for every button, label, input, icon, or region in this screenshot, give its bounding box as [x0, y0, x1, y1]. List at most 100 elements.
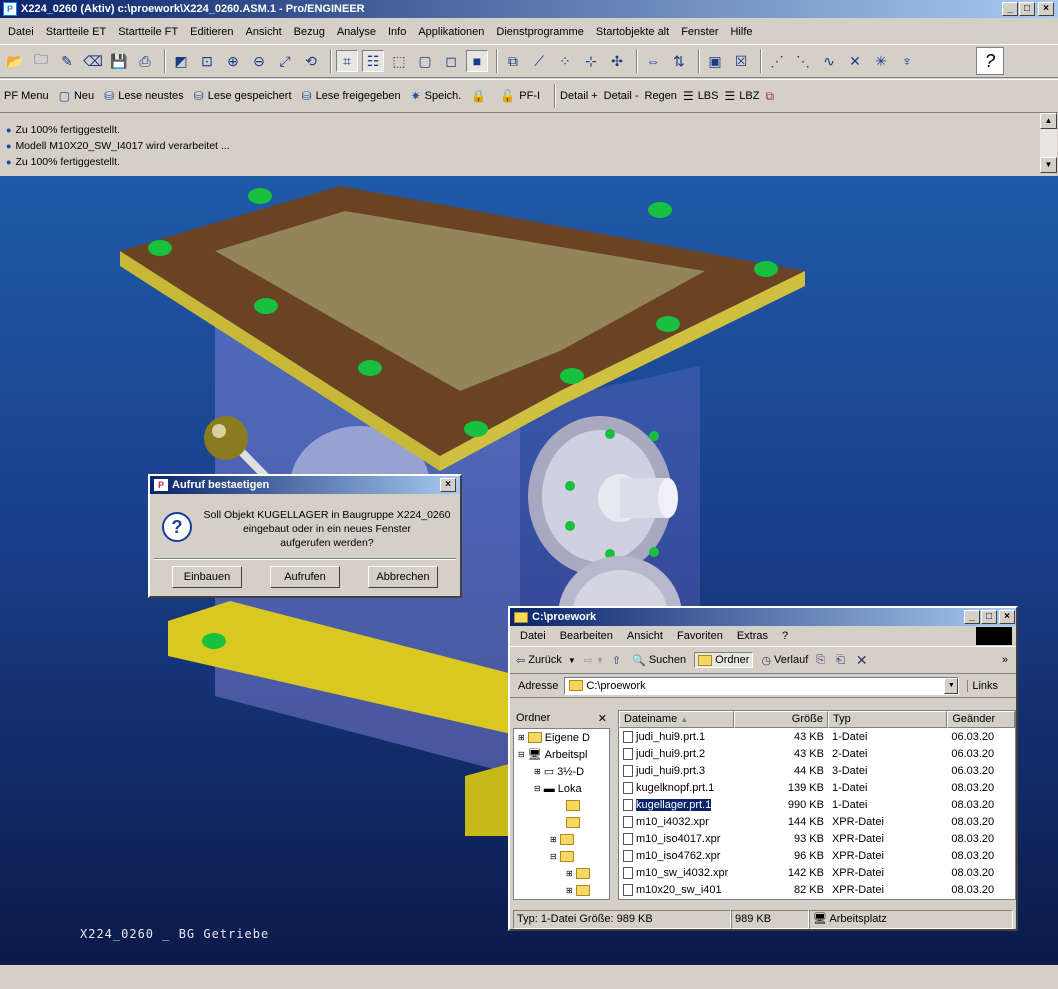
menu-analyse[interactable]: Analyse [331, 26, 382, 38]
sketch-curve-icon[interactable]: ∿ [818, 50, 840, 72]
einbauen-button[interactable]: Einbauen [172, 566, 242, 588]
file-row[interactable]: judi_hui9.prt.3 44 KB 3-Datei 06.03.20 [619, 762, 1015, 779]
lese-gespeichert-button[interactable]: ⛁ Lese gespeichert [194, 89, 292, 103]
scroll-down-icon[interactable]: ▼ [1040, 157, 1057, 173]
folders-button[interactable]: Ordner [694, 652, 754, 668]
col-header-size[interactable]: Größe [734, 711, 828, 728]
window-activate-icon[interactable]: ▣ [704, 50, 726, 72]
explorer-menu-favoriten[interactable]: Favoriten [677, 630, 723, 642]
lese-neustes-button[interactable]: ⛁ Lese neustes [104, 89, 184, 103]
abbrechen-button[interactable]: Abbrechen [368, 566, 438, 588]
menu-startteile-ft[interactable]: Startteile FT [112, 26, 184, 38]
file-row[interactable]: m10_sw_i4032.xpr 142 KB XPR-Datei 08.03.20 [619, 864, 1015, 881]
menu-fenster[interactable]: Fenster [675, 26, 724, 38]
pf-menu-button[interactable]: PF Menu [4, 90, 49, 102]
dialog-close-button[interactable]: × [440, 478, 456, 492]
hidden-line-icon[interactable]: ⬚ [388, 50, 410, 72]
edit-file-icon[interactable]: ✎ [56, 50, 78, 72]
explorer-menu-help[interactable]: ? [782, 630, 788, 642]
pfi-button[interactable]: 🔓 PF-I [500, 89, 540, 103]
speich-button[interactable]: ✷ Speich. [411, 89, 462, 103]
col-header-name[interactable]: Dateiname ▲ [619, 711, 735, 728]
back-button[interactable]: ⇦ Zurück ▼ [516, 654, 576, 667]
maximize-button[interactable]: □ [1019, 2, 1035, 16]
open-folder-icon[interactable]: 📂 [4, 50, 26, 72]
menu-editieren[interactable]: Editieren [184, 26, 239, 38]
scroll-track[interactable] [1040, 129, 1057, 157]
aufrufen-button[interactable]: Aufrufen [270, 566, 340, 588]
tree-item-arbeitsplatz[interactable]: ⊟ 🖥 Arbeitspl [514, 746, 609, 763]
explorer-close-button[interactable]: × [999, 610, 1015, 624]
file-row[interactable]: judi_hui9.prt.1 43 KB 1-Datei 06.03.20 [619, 728, 1015, 745]
copy-to-button[interactable]: ⎗ [836, 654, 848, 667]
model-tree-icon[interactable]: ☷ [362, 50, 384, 72]
datum-planes-icon[interactable]: ⧉ [502, 50, 524, 72]
explorer-menu-ansicht[interactable]: Ansicht [627, 630, 663, 642]
folder-pane-close-icon[interactable]: ✕ [598, 712, 607, 725]
file-row[interactable]: kugellager.prt.1 990 KB 1-Datei 08.03.20 [619, 796, 1015, 813]
file-row[interactable]: m10_i4032.xpr 144 KB XPR-Datei 08.03.20 [619, 813, 1015, 830]
minimize-button[interactable]: _ [1002, 2, 1018, 16]
print-icon[interactable]: ⎙ [134, 50, 156, 72]
tree-item-folder[interactable]: ⊟ [514, 848, 609, 865]
tree-item-eigene-dateien[interactable]: ⊞ Eigene D [514, 729, 609, 746]
col-header-type[interactable]: Typ [827, 711, 948, 728]
tree-item-folder[interactable]: ⊞ [514, 865, 609, 882]
toolbar-overflow-button[interactable]: » [1002, 654, 1008, 666]
menu-bezug[interactable]: Bezug [288, 26, 331, 38]
context-help-icon[interactable]: ? [976, 47, 1004, 75]
regen-button[interactable]: Regen [645, 90, 677, 102]
sketch-tool-5-icon[interactable]: ♆ [896, 50, 918, 72]
col-header-modified[interactable]: Geänder [947, 711, 1015, 728]
menu-startteile-et[interactable]: Startteile ET [40, 26, 113, 38]
forward-button[interactable]: ⇨ ▼ [584, 654, 604, 667]
history-button[interactable]: ◷ Verlauf [761, 654, 808, 667]
explorer-maximize-button[interactable]: □ [981, 610, 997, 624]
detail-minus-button[interactable]: Detail - [604, 90, 639, 102]
tree-item-floppy[interactable]: ⊞ ▭ 3½-D [514, 763, 609, 780]
repaint-icon[interactable]: ◩ [170, 50, 192, 72]
tree-item-folder[interactable] [514, 814, 609, 831]
window-close-icon[interactable]: ☒ [730, 50, 752, 72]
coord-sys-icon[interactable]: ⊹ [580, 50, 602, 72]
delete-button[interactable]: ✕ [856, 652, 871, 669]
file-row[interactable]: m10_iso4017.xpr 93 KB XPR-Datei 08.03.20 [619, 830, 1015, 847]
address-dropdown-icon[interactable]: ▼ [944, 677, 959, 694]
datum-axes-icon[interactable]: ⟋ [528, 50, 550, 72]
menu-startobjekte-alt[interactable]: Startobjekte alt [590, 26, 675, 38]
sketch-tool-1-icon[interactable]: ⋰ [766, 50, 788, 72]
sketch-tool-2-icon[interactable]: ⋱ [792, 50, 814, 72]
datum-points-icon[interactable]: ⁘ [554, 50, 576, 72]
explorer-minimize-button[interactable]: _ [964, 610, 980, 624]
neu-button[interactable]: ▢ Neu [59, 89, 95, 103]
file-row[interactable]: m10_iso4762.xpr 96 KB XPR-Datei 08.03.20 [619, 847, 1015, 864]
orient-icon[interactable]: ⟲ [300, 50, 322, 72]
sketch-tool-3-icon[interactable]: ✕ [844, 50, 866, 72]
address-input[interactable]: C:\proework ▼ [564, 676, 960, 695]
file-row[interactable]: judi_hui9.prt.2 43 KB 2-Datei 06.03.20 [619, 745, 1015, 762]
tree-item-local-disk[interactable]: ⊟ ▬ Loka [514, 780, 609, 797]
explorer-menu-extras[interactable]: Extras [737, 630, 768, 642]
links-button[interactable]: Links [967, 679, 998, 692]
layer-button[interactable]: ⧉ [765, 89, 778, 104]
scroll-up-icon[interactable]: ▲ [1040, 113, 1057, 129]
move-to-button[interactable]: ⎘ [816, 654, 828, 667]
erase-icon[interactable]: ⌫ [82, 50, 104, 72]
detail-plus-button[interactable]: Detail + [560, 90, 598, 102]
search-button[interactable]: 🔍 Suchen [632, 654, 686, 667]
open-file-icon[interactable]: 🗀 [30, 50, 52, 72]
tree-item-folder[interactable]: ⊞ [514, 882, 609, 899]
tree-item-folder[interactable]: ⊞ [514, 831, 609, 848]
menu-hilfe[interactable]: Hilfe [724, 26, 758, 38]
refit-icon[interactable]: ⤢ [274, 50, 296, 72]
up-folder-button[interactable]: ⇧ [612, 654, 624, 667]
sketch-tool-4-icon[interactable]: ✳ [870, 50, 892, 72]
zoom-out-icon[interactable]: ⊖ [248, 50, 270, 72]
lbs-button[interactable]: ☰ LBS [683, 89, 719, 103]
file-row[interactable]: kugelknopf.prt.1 139 KB 1-Datei 08.03.20 [619, 779, 1015, 796]
shaded-icon[interactable]: ■ [466, 50, 488, 72]
shading-box-icon[interactable]: ◻ [440, 50, 462, 72]
file-row[interactable]: m10x20_sw_i401 82 KB XPR-Datei 08.03.20 [619, 881, 1015, 898]
message-scrollbar[interactable]: ▲ ▼ [1040, 113, 1057, 173]
lock-button[interactable]: 🔒 [471, 89, 490, 103]
